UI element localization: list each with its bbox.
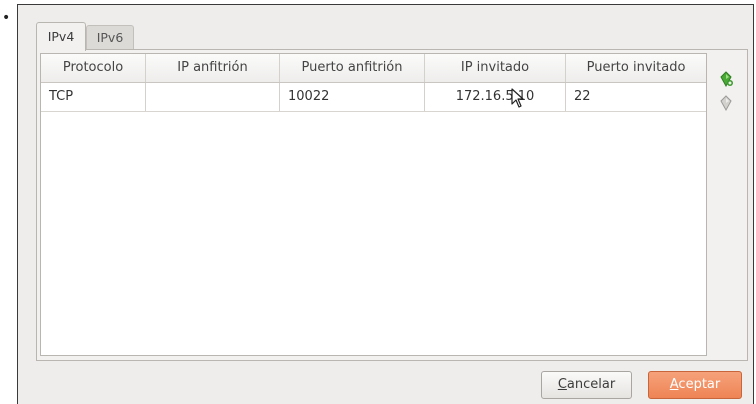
column-header-protocolo[interactable]: Protocolo	[41, 54, 146, 82]
cell-ip-invitado[interactable]: 172.16.5.10	[425, 83, 566, 111]
cancel-label: ancelar	[566, 377, 616, 392]
table-row[interactable]: TCP 10022 172.16.5.10 22	[41, 83, 706, 112]
accept-button[interactable]: Aceptar	[648, 371, 742, 399]
port-forwarding-table[interactable]: Protocolo IP anfitrión Puerto anfitrión …	[40, 53, 707, 356]
remove-rule-icon	[720, 95, 732, 111]
tab-panel: Protocolo IP anfitrión Puerto anfitrión …	[36, 49, 748, 361]
tab-ipv4[interactable]: IPv4	[36, 22, 86, 51]
remove-rule-button[interactable]	[715, 92, 737, 114]
column-header-ip-anfitrion[interactable]: IP anfitrión	[146, 54, 280, 82]
add-rule-icon	[720, 71, 733, 87]
column-header-ip-invitado[interactable]: IP invitado	[425, 54, 566, 82]
accept-label: ceptar	[678, 377, 721, 392]
port-forwarding-dialog: IPv4 IPv6 Protocolo IP anfitrión Puerto …	[17, 4, 754, 404]
table-header: Protocolo IP anfitrión Puerto anfitrión …	[41, 54, 706, 83]
cell-protocolo[interactable]: TCP	[41, 83, 146, 111]
column-header-puerto-invitado[interactable]: Puerto invitado	[566, 54, 706, 82]
cell-puerto-invitado[interactable]: 22	[566, 83, 706, 111]
cancel-button[interactable]: Cancelar	[541, 371, 632, 399]
mouse-pointer-icon	[511, 88, 524, 108]
list-bullet: •	[2, 10, 11, 26]
cancel-mnemonic: C	[557, 377, 567, 392]
cell-ip-anfitrion[interactable]	[146, 83, 280, 111]
tab-ipv6[interactable]: IPv6	[86, 25, 134, 50]
cell-puerto-anfitrion[interactable]: 10022	[280, 83, 425, 111]
column-header-puerto-anfitrion[interactable]: Puerto anfitrión	[280, 54, 425, 82]
add-rule-button[interactable]	[715, 68, 737, 90]
